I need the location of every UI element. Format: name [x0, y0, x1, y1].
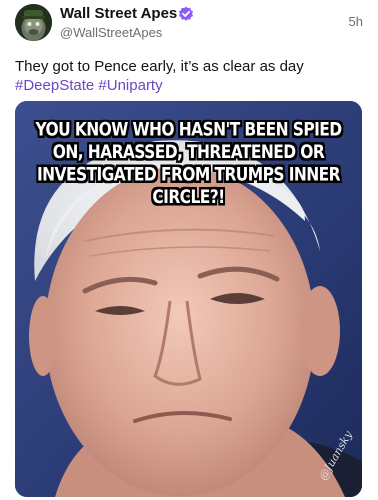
hashtag-row: #DeepState #Uniparty	[15, 76, 365, 95]
verified-badge-icon	[179, 6, 193, 21]
caption-line-1: YOU KNOW WHO HASN'T BEEN SPIED	[35, 119, 342, 141]
ape-avatar-icon[interactable]	[15, 4, 52, 41]
post-timestamp[interactable]: 5h	[349, 14, 363, 29]
post-text: They got to Pence early, it’s as clear a…	[15, 57, 365, 95]
post-body: They got to Pence early, it’s as clear a…	[15, 58, 304, 75]
caption-line-3: INVESTIGATED FROM TRUMPS INNER CIRCLE?!	[37, 164, 341, 208]
post-card[interactable]: Wall Street Apes @WallStreetApes 5h They…	[0, 0, 378, 500]
hashtag-deepstate[interactable]: #DeepState	[15, 77, 94, 94]
author-name[interactable]: Wall Street Apes	[60, 5, 177, 22]
caption-line-2: ON, HARASSED, THREATENED OR	[52, 141, 325, 163]
post-image[interactable]: @Juansky YOU KNOW WHO HASN'T BEEN SPIED …	[15, 101, 362, 497]
meme-caption: YOU KNOW WHO HASN'T BEEN SPIED ON, HARAS…	[15, 119, 362, 209]
hashtag-uniparty[interactable]: #Uniparty	[98, 77, 162, 94]
author-handle[interactable]: @WallStreetApes	[60, 25, 162, 40]
